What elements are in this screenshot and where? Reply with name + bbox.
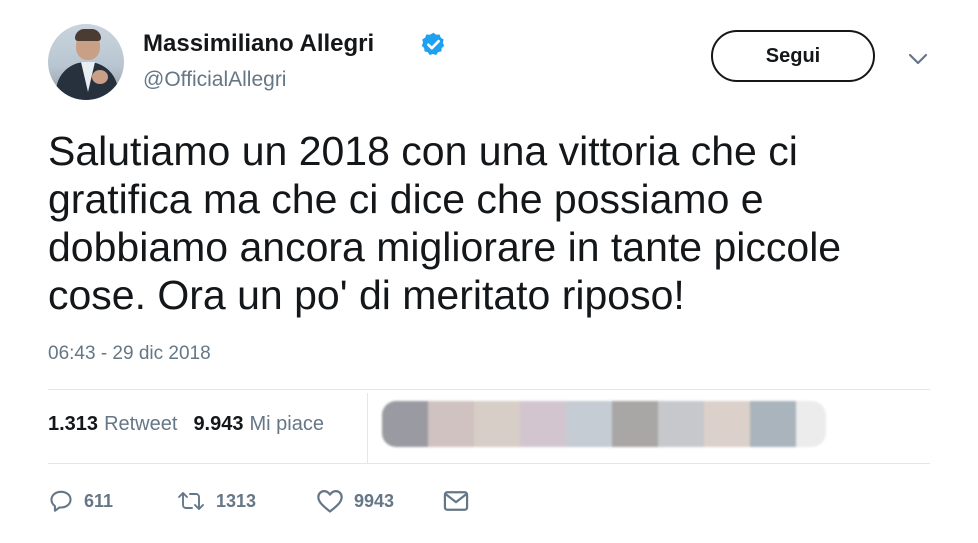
retweet-button[interactable]: 1313 (176, 488, 316, 514)
divider (48, 389, 930, 390)
liker-avatars[interactable] (382, 401, 826, 447)
liker-avatar[interactable] (566, 401, 612, 447)
direct-message-button[interactable] (442, 488, 470, 514)
avatar-hair (75, 29, 101, 41)
chevron-down-icon[interactable] (905, 50, 931, 68)
retweet-icon (178, 492, 204, 510)
liker-avatar[interactable] (428, 401, 474, 447)
liker-avatar[interactable] (520, 401, 566, 447)
liker-avatar[interactable] (796, 401, 826, 447)
tweet-timestamp[interactable]: 06:43 - 29 dic 2018 (48, 343, 211, 365)
reply-button[interactable]: 611 (48, 488, 176, 514)
like-stat[interactable]: 9.943 Mi piace (193, 413, 324, 436)
avatar-hand (92, 70, 108, 84)
retweet-stat-count: 1.313 (48, 413, 99, 435)
retweet-stat[interactable]: 1.313 Retweet (48, 413, 177, 436)
tweet-actions: 611 1313 9943 (48, 484, 470, 518)
like-count: 9943 (354, 490, 395, 511)
like-stat-label: Mi piace (249, 413, 324, 435)
liker-avatar[interactable] (382, 401, 428, 447)
like-stat-count: 9.943 (193, 413, 244, 435)
heart-icon (317, 489, 343, 513)
tweet-text-line: cose. Ora un po' di meritato riposo! (48, 272, 685, 318)
follow-button[interactable]: Segui (711, 30, 875, 82)
author-display-name[interactable]: Massimiliano Allegri (143, 30, 374, 58)
like-button[interactable]: 9943 (316, 488, 442, 514)
author-avatar[interactable] (48, 24, 124, 100)
retweet-count: 1313 (216, 490, 257, 511)
reply-icon (50, 490, 72, 512)
reply-count: 611 (84, 490, 114, 511)
tweet-text-line: Salutiamo un 2018 con una vittoria che c… (48, 128, 798, 174)
retweet-stat-label: Retweet (104, 413, 178, 435)
tweet-stats: 1.313 Retweet 9.943 Mi piace (48, 413, 324, 436)
stats-separator (367, 393, 368, 463)
envelope-icon (443, 491, 469, 511)
liker-avatar[interactable] (612, 401, 658, 447)
liker-avatar[interactable] (704, 401, 750, 447)
tweet-text: Salutiamo un 2018 con una vittoria che c… (48, 127, 928, 319)
author-handle[interactable]: @OfficialAllegri (143, 68, 286, 92)
liker-avatar[interactable] (750, 401, 796, 447)
divider (48, 463, 930, 464)
liker-avatar[interactable] (474, 401, 520, 447)
tweet-text-line: dobbiamo ancora migliorare in tante picc… (48, 224, 842, 270)
verified-badge-icon (421, 32, 445, 55)
liker-avatar[interactable] (658, 401, 704, 447)
tweet-text-line: gratifica ma che ci dice che possiamo e (48, 176, 764, 222)
